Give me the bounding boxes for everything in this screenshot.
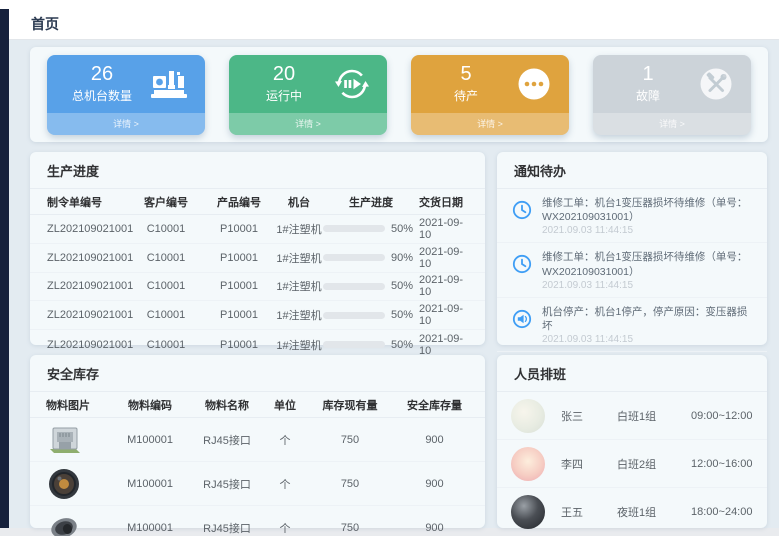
notice-text: 维修工单：机台1变压器损坏待维修（单号：WX202109031001） [542,250,755,278]
repair-tools-icon [696,64,736,104]
machine-icon [148,67,190,101]
total-machines-value: 26 [91,63,113,85]
progress-bar: 90% [323,252,419,264]
staff-name: 李四 [561,456,617,472]
notices-title: 通知待办 [514,164,566,179]
notice-text: 维修工单：机台1变压器损坏待维修（单号：WX202109031001） [542,196,755,224]
dashboard-screen: 首页 26 总机台数量 [0,0,779,536]
pending-value: 5 [460,63,471,85]
running-details-link[interactable]: 详情 > [229,113,387,135]
staff-time: 09:00~12:00 [691,410,755,422]
breadcrumb-home[interactable]: 首页 [31,14,59,34]
round-speaker-image [46,466,110,502]
cycle-run-icon [332,64,372,104]
staff-row: 王五 夜班1组 18:00~24:00 [497,488,767,536]
production-progress-panel: 生产进度 制令单编号 客户编号 产品编号 机台 生产进度 交货日期 ZL2021… [30,152,485,345]
progress-bar: 50% [323,339,419,351]
staff-name: 张三 [561,408,617,424]
card-total-machines[interactable]: 26 总机台数量 [47,55,205,135]
safety-stock-title: 安全库存 [47,367,99,382]
notice-text: 机台停产：机台1停产，停产原因：变压器损坏 [542,305,755,333]
production-table-row: ZL202109021001 C10001 P10001 1#注塑机 90% 2… [30,244,485,273]
staff-row: 李四 白班2组 12:00~16:00 [497,440,767,488]
avatar [511,447,545,481]
pending-label: 待产 [454,87,478,104]
total-machines-label: 总机台数量 [72,87,132,104]
progress-bar: 50% [323,280,419,292]
progress-bar: 50% [323,309,419,321]
inventory-table-row: M100001 RJ45接口 个 750 900 [30,418,485,462]
inventory-table-row: M100001 RJ45接口 个 750 900 [30,462,485,506]
staff-schedule-panel: 人员排班 张三 白班1组 09:00~12:00 李四 白班2组 12:00~1… [497,355,767,528]
notices-panel: 通知待办 维修工单：机台1变压器损坏待维修（单号：WX202109031001）… [497,152,767,345]
staff-schedule-title: 人员排班 [514,367,566,382]
notice-item[interactable]: 维修工单：机台1变压器损坏待维修（单号：WX202109031001） 2021… [497,189,767,243]
production-table-header: 制令单编号 客户编号 产品编号 机台 生产进度 交货日期 [30,189,485,215]
production-table-row: ZL202109021001 C10001 P10001 1#注塑机 50% 2… [30,273,485,302]
main-area: 首页 26 总机台数量 [9,9,779,528]
speaker-icon [511,308,533,335]
fault-value: 1 [642,63,653,85]
fault-details-link[interactable]: 详情 > [593,113,751,135]
cone-speaker-image [46,511,110,536]
ellipsis-icon [514,64,554,104]
avatar [511,495,545,529]
inventory-table-row: M100001 RJ45接口 个 750 900 [30,506,485,536]
pending-details-link[interactable]: 详情 > [411,113,569,135]
topbar: 首页 [9,9,779,40]
staff-shift: 白班1组 [617,408,691,424]
notice-item[interactable]: 维修工单：机台1变压器损坏待维修（单号：WX202109031001） 2021… [497,243,767,297]
staff-time: 18:00~24:00 [691,506,755,518]
safety-stock-panel: 安全库存 物料图片 物料编码 物料名称 单位 库存现有量 安全库存量 [30,355,485,528]
inventory-table-header: 物料图片 物料编码 物料名称 单位 库存现有量 安全库存量 [30,392,485,418]
staff-shift: 夜班1组 [617,504,691,520]
notice-time: 2021.09.03 11:44:15 [542,225,755,236]
dashboard-content: 26 总机台数量 [9,40,779,528]
running-label: 运行中 [266,87,302,104]
clock-icon [511,253,533,280]
clock-icon [511,199,533,226]
staff-name: 王五 [561,504,617,520]
stat-cards-panel: 26 总机台数量 [30,47,768,142]
total-machines-details-link[interactable]: 详情 > [47,113,205,135]
production-table-row: ZL202109021001 C10001 P10001 1#注塑机 50% 2… [30,301,485,330]
card-running[interactable]: 20 运行中 [229,55,387,135]
staff-shift: 白班2组 [617,456,691,472]
production-table-row: ZL202109021001 C10001 P10001 1#注塑机 50% 2… [30,215,485,244]
card-pending[interactable]: 5 待产 详情 > [411,55,569,135]
card-fault[interactable]: 1 故障 [593,55,751,135]
collapsed-sidebar-strip [0,9,9,528]
notice-time: 2021.09.03 11:44:15 [542,280,755,291]
avatar [511,399,545,433]
running-value: 20 [273,63,295,85]
notice-item[interactable]: 机台停产：机台1停产，停产原因：变压器损坏 2021.09.03 11:44:1… [497,298,767,352]
staff-time: 12:00~16:00 [691,458,755,470]
progress-bar: 50% [323,223,419,235]
staff-row: 张三 白班1组 09:00~12:00 [497,392,767,440]
fault-label: 故障 [636,87,660,104]
notice-time: 2021.09.03 11:44:15 [542,334,755,345]
production-progress-title: 生产进度 [47,164,99,179]
rj45-connector-image [46,423,110,457]
